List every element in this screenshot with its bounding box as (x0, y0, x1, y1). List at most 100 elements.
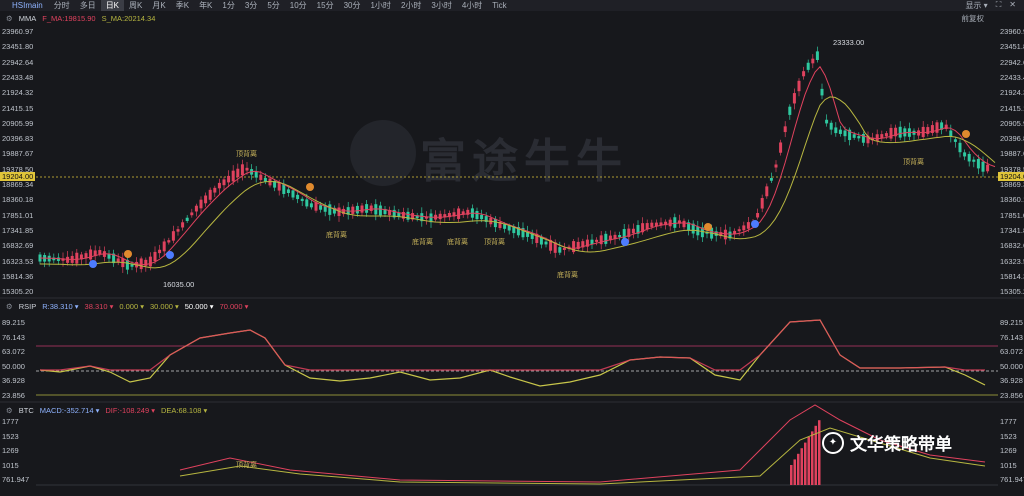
divergence-label: 顶背离 (236, 462, 257, 469)
candle-body (176, 229, 180, 232)
candle-body (300, 198, 304, 202)
macd-histogram-bar (814, 425, 817, 485)
candle-body (254, 171, 258, 178)
candle-body (788, 106, 792, 115)
rsi-value: 30.000 ▾ (149, 301, 179, 311)
candle-body (986, 164, 990, 172)
candle-body (898, 126, 902, 138)
signal-marker-icon (89, 260, 97, 268)
candle-body (319, 205, 323, 210)
y-tick-label: 1015 (1000, 460, 1017, 470)
y-tick-label: 18360.18 (2, 195, 34, 205)
y-tick-label: 17341.85 (1000, 225, 1024, 235)
candle-body (682, 220, 686, 228)
candle-body (438, 213, 442, 220)
candle-body (618, 235, 622, 238)
candle-body (89, 249, 93, 260)
y-tick-label: 1269 (1000, 446, 1017, 455)
y-tick-label: 89.215 (2, 318, 25, 327)
rsi-value: 0.000 ▾ (119, 301, 144, 311)
candle-body (742, 225, 746, 231)
signal-marker-icon (306, 183, 314, 191)
candle-body (935, 122, 939, 133)
candle-body (328, 204, 332, 215)
signal-marker-icon (124, 250, 132, 258)
signal-marker-icon (962, 130, 970, 138)
candle-body (963, 152, 967, 157)
candle-body (130, 264, 134, 267)
macd-indicator-name[interactable]: BTC (19, 406, 34, 415)
candle-body (976, 159, 980, 169)
candle-body (231, 170, 235, 182)
candle-body (75, 252, 79, 264)
y-tick-label: 18869.34 (2, 180, 34, 189)
y-tick-label: 22942.64 (1000, 57, 1024, 67)
rsi-indicator-name[interactable]: RSIP (19, 302, 37, 311)
y-tick-label: 50.000 (1000, 361, 1023, 371)
macd-value: DIF:-108.249 ▾ (105, 405, 155, 415)
rsi-indicator-header: ⚙ RSIP R:38.310 ▾ 38.310 ▾ 0.000 ▾ 30.00… (0, 300, 1024, 312)
y-tick-label: 20396.83 (2, 134, 34, 144)
candle-body (668, 219, 672, 227)
candle-body (792, 93, 796, 104)
high-price-callout: 23333.00 (833, 38, 865, 47)
rsi-value: 50.000 ▾ (184, 301, 214, 311)
candle-body (351, 206, 355, 214)
candle-body (240, 164, 244, 176)
candle-body (783, 126, 787, 133)
y-tick-label: 21415.15 (1000, 103, 1024, 113)
candle-body (631, 228, 635, 234)
y-tick-label: 19887.67 (2, 149, 34, 159)
candle-body (181, 222, 185, 228)
wechat-account-name: 文华策略带单 (850, 435, 952, 454)
candle-body (158, 249, 162, 254)
gear-icon[interactable]: ⚙ (6, 406, 13, 415)
y-tick-label: 17341.85 (2, 225, 34, 235)
signal-marker-icon (621, 238, 629, 246)
y-tick-label: 761.947 (2, 475, 30, 484)
candle-body (204, 195, 208, 204)
candle-body (811, 58, 815, 64)
candle-body (953, 139, 957, 142)
candle-body (236, 168, 240, 178)
candle-body (360, 205, 364, 213)
y-tick-label: 18869.34 (1000, 180, 1024, 189)
candle-body (544, 241, 548, 245)
candle-body (765, 186, 769, 197)
y-tick-label: 21415.15 (2, 103, 34, 113)
candle-body (457, 208, 461, 219)
y-tick-label: 20905.99 (1000, 118, 1024, 128)
y-tick-label: 1269 (2, 446, 19, 455)
y-tick-label: 36.928 (1000, 376, 1023, 386)
rsi-value: R:38.310 ▾ (42, 301, 79, 311)
gear-icon[interactable]: ⚙ (6, 302, 13, 311)
candle-body (815, 51, 819, 61)
macd-histogram-bar (807, 437, 810, 485)
y-tick-label: 22433.48 (1000, 72, 1024, 82)
y-tick-label: 76.143 (1000, 332, 1023, 342)
candle-body (737, 229, 741, 232)
candle-body (56, 257, 60, 261)
candle-body (645, 223, 649, 230)
y-tick-label: 23.856 (2, 391, 25, 400)
candle-body (66, 256, 70, 263)
y-tick-label: 15305.20 (1000, 287, 1024, 297)
macd-histogram-bar (793, 459, 796, 485)
y-tick-label: 18360.18 (1000, 195, 1024, 205)
candle-body (797, 80, 801, 92)
candle-body (503, 224, 507, 229)
candle-body (190, 212, 194, 216)
candle-body (263, 178, 267, 182)
y-tick-label: 23451.80 (2, 42, 34, 52)
candle-body (98, 250, 102, 255)
candle-body (875, 134, 879, 142)
kline-chart-canvas[interactable] (0, 0, 1024, 496)
candle-body (493, 218, 497, 228)
current-price-tag-right: 19204.00 (998, 172, 1024, 181)
wechat-logo-icon: ✦ (822, 431, 844, 454)
candle-body (921, 126, 925, 138)
y-tick-label: 22433.48 (2, 72, 34, 82)
y-tick-label: 76.143 (2, 332, 25, 342)
candle-body (981, 161, 985, 172)
y-tick-label: 50.000 (2, 361, 25, 371)
